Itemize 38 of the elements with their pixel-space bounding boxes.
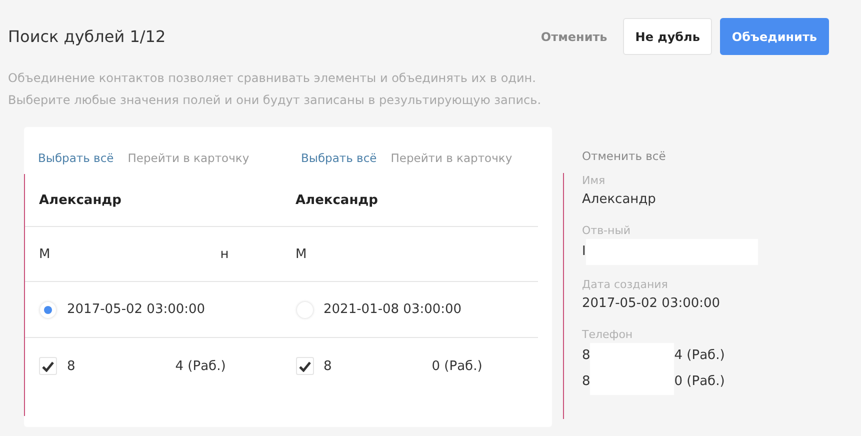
field-label: Имя [582,173,606,189]
checkbox[interactable] [296,357,314,375]
open-card-link[interactable]: Перейти в карточку [128,150,250,164]
field-value: I [582,243,586,261]
field-value: 8 [582,373,590,391]
checkmark-icon [298,360,310,372]
phone-text: 8 [67,358,76,374]
merge-button[interactable]: Объединить [720,18,829,55]
field-label: Отв-ный [582,223,632,239]
field-label: Дата создания [582,277,669,293]
responsible-text: М [296,246,307,262]
responsible-text: М [39,246,50,262]
contact-name: Александр [39,192,122,208]
description-text: Выберите любые значения полей и они будут записаны в результирующую запись. [8,92,542,109]
created-date: 2017-05-02 03:00:00 [67,302,206,317]
field-value: 4 (Раб.) [674,347,725,365]
phone-text: 8 [324,358,332,374]
field-value: 0 (Раб.) [674,373,725,391]
description-text: Объединение контактов позволяет сравнивать элементы и объединять их в один. [8,70,537,87]
responsible-text: н [220,246,229,262]
radio-button[interactable] [39,300,57,318]
phone-text: 0 (Раб.) [432,358,482,374]
field-value: 2017-05-02 03:00:00 [582,295,720,313]
page-title: Поиск дублей 1/12 [8,27,166,46]
created-date: 2021-01-08 03:00:00 [324,302,462,317]
checkbox[interactable] [39,357,57,375]
phone-text: 4 (Раб.) [175,358,226,374]
open-card-link[interactable]: Перейти в карточку [390,150,512,164]
checkmark-icon [42,360,54,372]
field-value: Александр [582,191,656,209]
cancel-all-link[interactable]: Отменить всё [582,149,822,163]
cancel-button[interactable]: Отменить [532,18,616,55]
contact-name: Александр [296,192,378,208]
field-label: Телефон [582,327,634,343]
select-all-link[interactable]: Выбрать всё [301,150,377,164]
select-all-link[interactable]: Выбрать всё [38,150,114,164]
not-duplicate-button[interactable]: Не дубль [623,18,712,55]
field-value: 8 [582,347,590,365]
